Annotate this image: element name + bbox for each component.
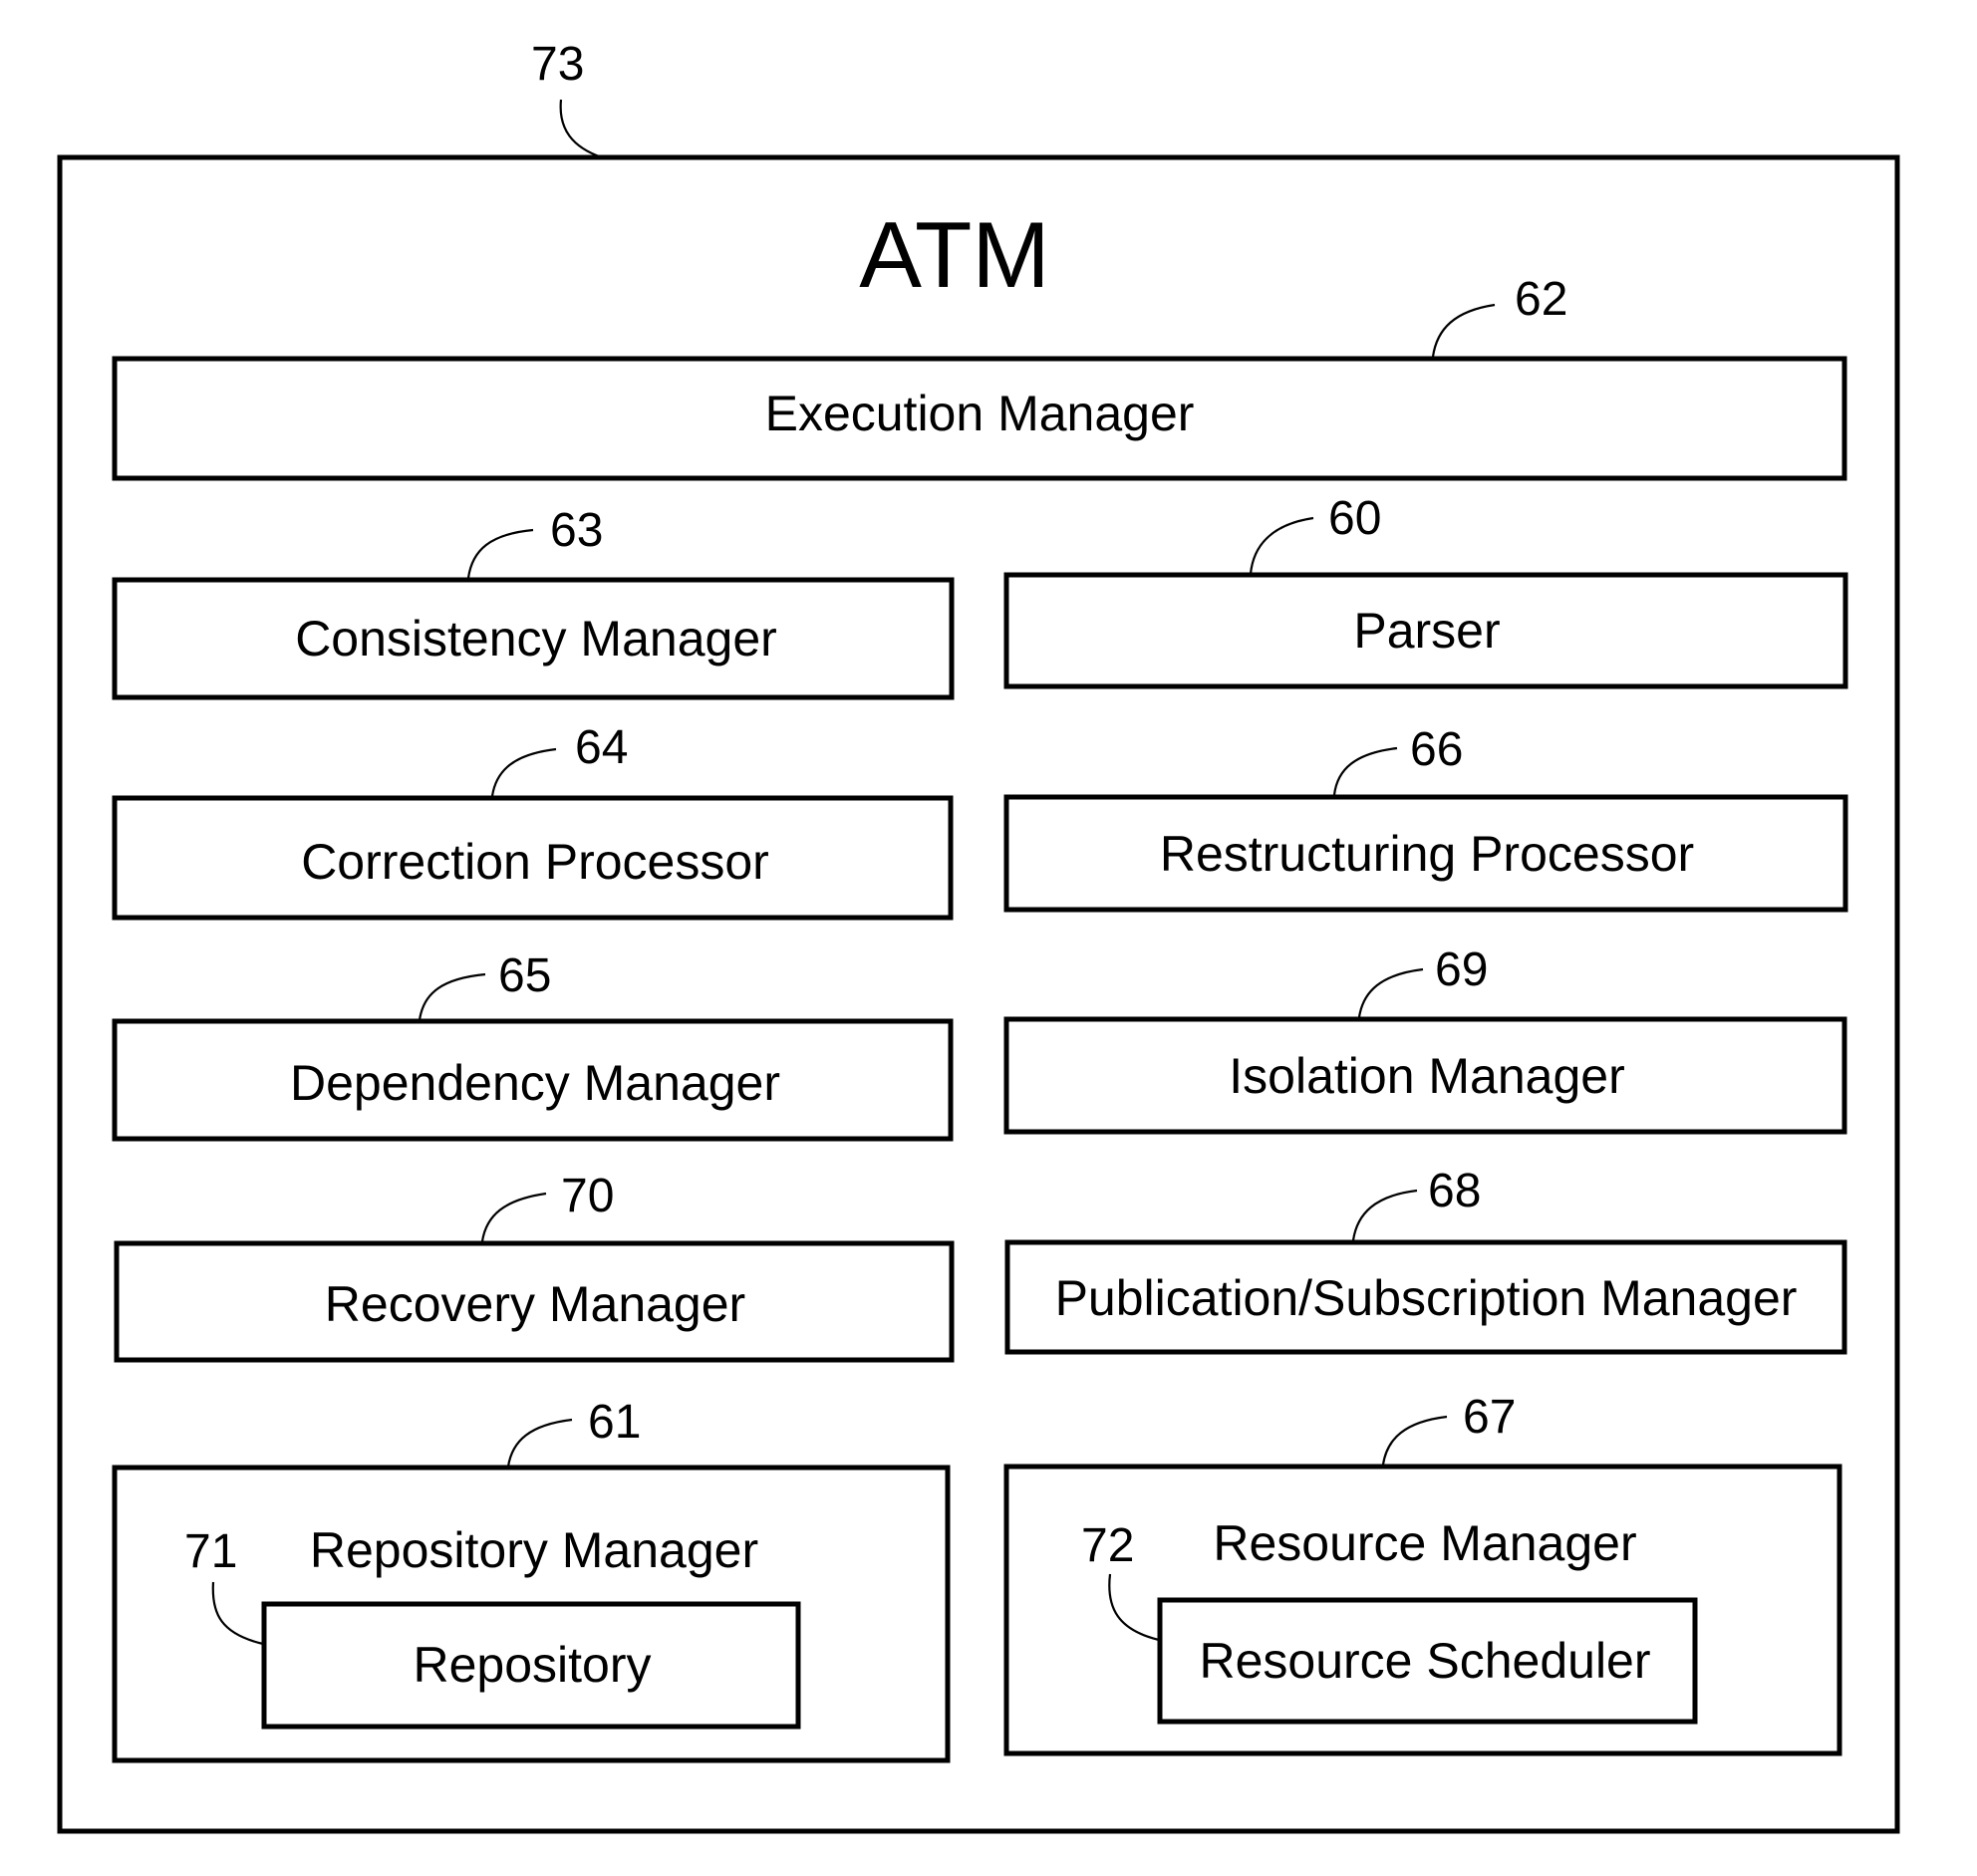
ref-label-62: 62 [1515, 273, 1567, 326]
ref-label-63: 63 [550, 504, 603, 557]
diagram-title: ATM [859, 202, 1049, 307]
resource-scheduler-label: Resource Scheduler [1199, 1633, 1650, 1689]
resource-manager-label: Resource Manager [1213, 1515, 1636, 1571]
parser-label: Parser [1353, 603, 1500, 659]
ref-label-73: 73 [531, 38, 584, 91]
dependency-manager-label: Dependency Manager [290, 1055, 780, 1111]
atm-architecture-diagram: 73 ATM Execution Manager 62 Consistency … [57, 38, 1900, 1834]
ref-label-68: 68 [1428, 1165, 1481, 1217]
correction-processor-label: Correction Processor [301, 834, 769, 890]
ref-label-65: 65 [498, 949, 551, 1002]
ref-label-61: 61 [588, 1396, 641, 1449]
consistency-manager-label: Consistency Manager [295, 611, 777, 667]
ref-label-69: 69 [1435, 943, 1488, 996]
ref-label-64: 64 [575, 721, 628, 774]
isolation-manager-label: Isolation Manager [1229, 1048, 1624, 1104]
ref-label-70: 70 [561, 1170, 614, 1222]
ref-label-71: 71 [184, 1525, 237, 1578]
execution-manager-label: Execution Manager [765, 386, 1195, 441]
restructuring-processor-label: Restructuring Processor [1160, 826, 1694, 882]
ref-label-66: 66 [1410, 723, 1463, 776]
publication-subscription-manager-label: Publication/Subscription Manager [1055, 1270, 1798, 1326]
ref-label-67: 67 [1463, 1391, 1516, 1444]
ref-label-60: 60 [1328, 492, 1381, 545]
recovery-manager-label: Recovery Manager [325, 1276, 745, 1332]
repository-manager-label: Repository Manager [310, 1522, 758, 1578]
repository-label: Repository [414, 1637, 652, 1693]
ref-label-72: 72 [1081, 1519, 1134, 1572]
leader-line-73 [559, 99, 603, 159]
